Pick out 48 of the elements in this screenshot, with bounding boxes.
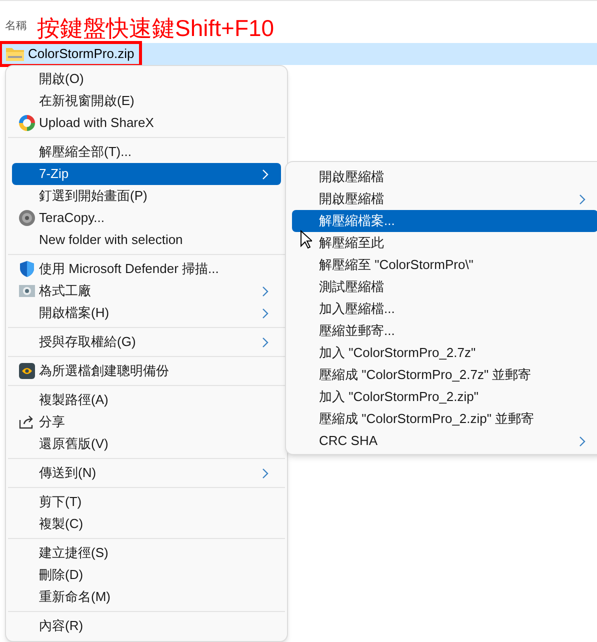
- menu-item[interactable]: 內容(R): [12, 615, 281, 637]
- menu-item[interactable]: 釘選到開始畫面(P): [12, 185, 281, 207]
- menu-item[interactable]: 解壓縮全部(T)...: [12, 141, 281, 163]
- menu-item[interactable]: 建立捷徑(S): [12, 542, 281, 564]
- menu-item[interactable]: 壓縮成 "ColorStormPro_2.7z" 並郵寄: [292, 364, 597, 386]
- menu-item[interactable]: 加入壓縮檔...: [292, 298, 597, 320]
- menu-item[interactable]: New folder with selection: [12, 229, 281, 251]
- menu-item[interactable]: 分享: [12, 411, 281, 433]
- menu-item[interactable]: 複製(C): [12, 513, 281, 535]
- menu-item[interactable]: 格式工廠: [12, 280, 281, 302]
- column-header[interactable]: 名稱: [5, 18, 27, 34]
- menu-item[interactable]: 刪除(D): [12, 564, 281, 586]
- menu-item[interactable]: 解壓縮至 "ColorStormPro\": [292, 254, 597, 276]
- file-name: ColorStormPro.zip: [28, 45, 134, 64]
- menu-item[interactable]: 開啟壓縮檔: [292, 188, 597, 210]
- circular-logo-icon: [18, 114, 36, 132]
- menu-item[interactable]: 複製路徑(A): [12, 389, 281, 411]
- shield-icon: [19, 260, 35, 278]
- menu-item[interactable]: 使用 Microsoft Defender 掃描...: [12, 258, 281, 280]
- eye-app-icon: [19, 363, 35, 379]
- menu-item[interactable]: 開啟(O): [12, 68, 281, 90]
- menu-item[interactable]: 傳送到(N): [12, 462, 281, 484]
- menu-item[interactable]: Upload with ShareX: [12, 112, 281, 134]
- menu-item[interactable]: 測試壓縮檔: [292, 276, 597, 298]
- zip-folder-icon: [6, 47, 24, 61]
- menu-item[interactable]: 重新命名(M): [12, 586, 281, 608]
- menu-item[interactable]: 為所選檔創建聰明備份: [12, 360, 281, 382]
- menu-item[interactable]: 授與存取權給(G): [12, 331, 281, 353]
- menu-item[interactable]: 壓縮並郵寄...: [292, 320, 597, 342]
- menu-item[interactable]: 壓縮成 "ColorStormPro_2.zip" 並郵寄: [292, 408, 597, 430]
- menu-item[interactable]: 解壓縮檔案...: [292, 210, 597, 232]
- menu-item[interactable]: 剪下(T): [12, 491, 281, 513]
- menu-item[interactable]: 還原舊版(V): [12, 433, 281, 455]
- menu-item[interactable]: 在新視窗開啟(E): [12, 90, 281, 112]
- file-row[interactable]: ColorStormPro.zip: [0, 43, 597, 65]
- share-icon: [19, 415, 35, 429]
- disc-icon: [18, 209, 36, 227]
- factory-icon: [18, 283, 36, 299]
- menu-item[interactable]: 7-Zip: [12, 163, 281, 185]
- menu-item[interactable]: 開啟壓縮檔: [292, 166, 597, 188]
- menu-item[interactable]: TeraCopy...: [12, 207, 281, 229]
- menu-item[interactable]: 加入 "ColorStormPro_2.7z": [292, 342, 597, 364]
- menu-item[interactable]: 加入 "ColorStormPro_2.zip": [292, 386, 597, 408]
- menu-item[interactable]: CRC SHA: [292, 430, 597, 452]
- menu-item[interactable]: 開啟檔案(H): [12, 302, 281, 324]
- cursor-icon: [300, 230, 312, 249]
- menu-item[interactable]: 解壓縮至此: [292, 232, 597, 254]
- annotation-text: 按鍵盤快速鍵Shift+F10: [37, 14, 274, 43]
